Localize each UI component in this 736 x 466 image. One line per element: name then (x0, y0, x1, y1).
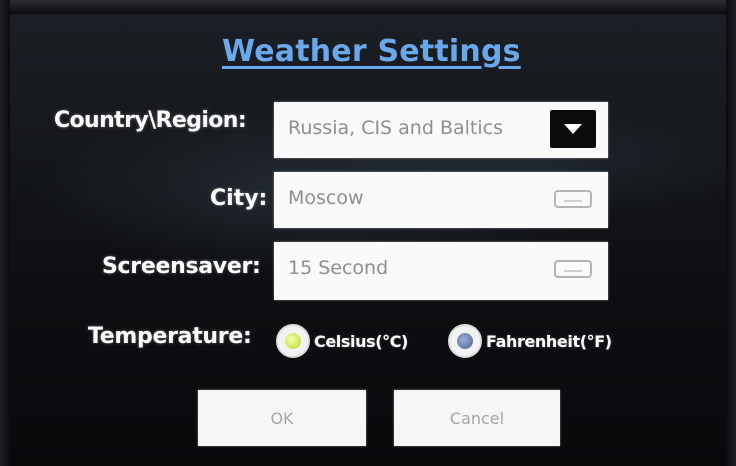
keyboard-icon[interactable] (554, 260, 592, 278)
fahrenheit-radio[interactable] (448, 324, 482, 358)
bezel-right (726, 0, 736, 466)
celsius-option-label[interactable]: Celsius(°C) (314, 332, 408, 351)
celsius-radio[interactable] (276, 324, 310, 358)
radio-selected-dot (285, 333, 301, 349)
ok-button[interactable]: OK (198, 390, 366, 446)
chevron-down-icon (564, 124, 582, 134)
country-region-value: Russia, CIS and Baltics (288, 117, 503, 139)
page-title: Weather Settings (222, 34, 521, 69)
bezel-left (0, 0, 10, 466)
city-field[interactable]: Moscow (274, 172, 608, 228)
city-label: City: (210, 186, 268, 211)
weather-settings-screen: Weather Settings Country\Region: Russia,… (0, 0, 736, 466)
country-region-label: Country\Region: (54, 108, 247, 133)
radio-unselected-dot (457, 333, 473, 349)
city-value: Moscow (288, 187, 364, 209)
screensaver-value: 15 Second (288, 257, 389, 279)
country-region-select[interactable]: Russia, CIS and Baltics (274, 102, 608, 158)
country-region-dropdown-button[interactable] (550, 110, 596, 148)
keyboard-icon[interactable] (554, 190, 592, 208)
fahrenheit-option-label[interactable]: Fahrenheit(°F) (486, 332, 612, 351)
cancel-button[interactable]: Cancel (394, 390, 560, 446)
bezel-top (0, 0, 736, 14)
screensaver-field[interactable]: 15 Second (274, 242, 608, 300)
temperature-label: Temperature: (88, 324, 252, 349)
screensaver-label: Screensaver: (102, 254, 261, 279)
